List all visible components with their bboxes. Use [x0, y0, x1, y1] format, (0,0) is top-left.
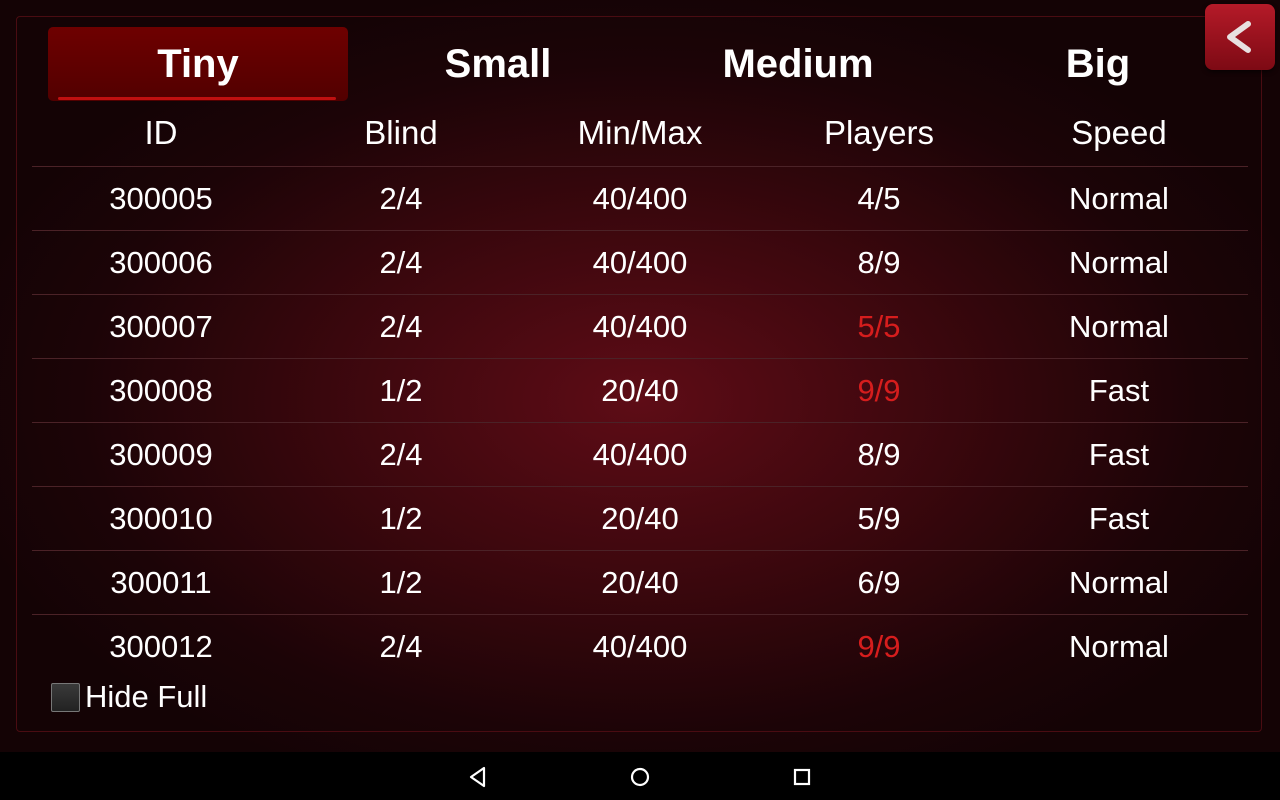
table-minmax: 40/400: [592, 308, 688, 344]
table-players: 4/5: [857, 180, 901, 216]
table-speed: Fast: [1088, 372, 1150, 408]
lobby-screen: Tiny Small Medium Big ID Blind Min/Max P…: [0, 0, 1280, 752]
nav-recents-icon: [793, 768, 811, 786]
nav-back-icon: [469, 766, 486, 788]
table-list: ID Blind Min/Max Players Speed 300005 2/…: [32, 100, 1248, 678]
table-minmax: 40/400: [592, 628, 688, 664]
table-blind: 1/2: [379, 500, 423, 536]
table-speed: Fast: [1088, 436, 1150, 472]
nav-recents-button[interactable]: [789, 764, 815, 790]
tab-tiny[interactable]: Tiny: [48, 27, 348, 101]
column-header-speed[interactable]: Speed: [990, 100, 1248, 166]
table-blind: 1/2: [379, 564, 423, 600]
table-id: 300008: [109, 372, 213, 408]
nav-home-icon: [630, 767, 650, 787]
back-button[interactable]: [1205, 4, 1275, 70]
table-id: 300012: [109, 628, 213, 664]
android-nav-bar: [0, 752, 1280, 800]
table-row[interactable]: 300006 2/4 40/400 8/9 Normal: [32, 231, 1248, 295]
table-id: 300007: [109, 308, 213, 344]
table-minmax: 20/40: [601, 564, 679, 600]
table-speed: Normal: [1069, 180, 1169, 216]
table-blind: 2/4: [379, 308, 423, 344]
table-blind: 2/4: [379, 180, 423, 216]
table-players: 9/9: [857, 372, 901, 408]
table-speed: Normal: [1069, 244, 1169, 280]
table-header: ID Blind Min/Max Players Speed: [32, 100, 1248, 167]
table-players: 5/5: [857, 308, 901, 344]
table-blind: 2/4: [379, 628, 423, 664]
hide-full-label: Hide Full: [85, 679, 208, 714]
chevron-left-icon: [1227, 21, 1251, 53]
table-minmax: 40/400: [592, 244, 688, 280]
hide-full-toggle[interactable]: Hide Full: [51, 679, 208, 714]
column-header-minmax[interactable]: Min/Max: [512, 100, 768, 166]
table-players: 6/9: [857, 564, 901, 600]
table-row[interactable]: 300005 2/4 40/400 4/5 Normal: [32, 167, 1248, 231]
tab-big[interactable]: Big: [948, 27, 1248, 101]
table-row[interactable]: 300011 1/2 20/40 6/9 Normal: [32, 551, 1248, 615]
table-row[interactable]: 300007 2/4 40/400 5/5 Normal: [32, 295, 1248, 359]
table-id: 300010: [109, 500, 213, 536]
table-players: 5/9: [857, 500, 901, 536]
table-speed: Normal: [1069, 308, 1169, 344]
table-id: 300009: [109, 436, 213, 472]
table-speed: Normal: [1069, 628, 1169, 664]
table-row[interactable]: 300010 1/2 20/40 5/9 Fast: [32, 487, 1248, 551]
table-id: 300006: [109, 244, 213, 280]
table-id: 300011: [110, 564, 212, 600]
tab-small[interactable]: Small: [348, 27, 648, 101]
table-speed: Normal: [1069, 564, 1169, 600]
table-row[interactable]: 300012 2/4 40/400 9/9 Normal: [32, 615, 1248, 678]
hide-full-checkbox[interactable]: [51, 682, 80, 712]
table-minmax: 20/40: [601, 500, 679, 536]
stake-tabs: Tiny Small Medium Big: [48, 27, 1248, 101]
column-header-players[interactable]: Players: [768, 100, 990, 166]
column-header-blind[interactable]: Blind: [290, 100, 512, 166]
column-header-id[interactable]: ID: [32, 100, 290, 166]
table-row[interactable]: 300009 2/4 40/400 8/9 Fast: [32, 423, 1248, 487]
table-players: 8/9: [857, 436, 901, 472]
nav-back-button[interactable]: [465, 764, 491, 790]
table-id: 300005: [109, 180, 213, 216]
table-minmax: 40/400: [592, 436, 688, 472]
nav-home-button[interactable]: [627, 764, 653, 790]
table-minmax: 20/40: [601, 372, 679, 408]
table-players: 8/9: [857, 244, 901, 280]
table-blind: 2/4: [379, 436, 423, 472]
table-speed: Fast: [1088, 500, 1150, 536]
tab-medium[interactable]: Medium: [648, 27, 948, 101]
table-minmax: 40/400: [592, 180, 688, 216]
table-blind: 2/4: [379, 244, 423, 280]
table-blind: 1/2: [379, 372, 423, 408]
table-players: 9/9: [857, 628, 901, 664]
table-row[interactable]: 300008 1/2 20/40 9/9 Fast: [32, 359, 1248, 423]
